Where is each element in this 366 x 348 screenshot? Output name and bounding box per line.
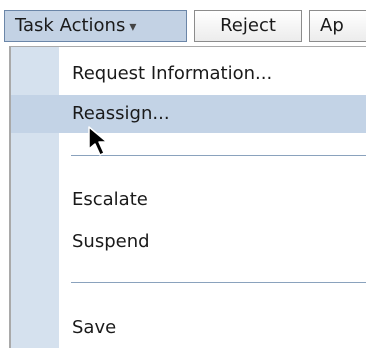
menu-item-label: Request Information... <box>72 63 273 84</box>
chevron-down-icon: ▾ <box>129 19 137 35</box>
menu-item-label: Reassign... <box>72 103 170 124</box>
approve-label: Ap <box>320 15 344 36</box>
menu-item-suspend[interactable]: Suspend <box>11 223 366 261</box>
reject-button[interactable]: Reject <box>194 10 302 42</box>
reject-label: Reject <box>220 15 276 36</box>
menu-item-escalate[interactable]: Escalate <box>11 181 366 219</box>
menu-item-request-information[interactable]: Request Information... <box>11 55 366 93</box>
menu-item-save[interactable]: Save <box>11 309 366 347</box>
toolbar: Task Actions ▾ Reject Ap <box>0 0 366 46</box>
menu-item-label: Save <box>72 317 117 338</box>
task-actions-label: Task Actions <box>15 15 126 36</box>
menu-item-reassign[interactable]: Reassign... <box>11 95 366 133</box>
mouse-cursor-icon <box>88 126 108 156</box>
task-actions-button[interactable]: Task Actions ▾ <box>4 10 187 42</box>
task-actions-menu: Request Information... Reassign... Escal… <box>9 46 366 348</box>
screen: Task Actions ▾ Reject Ap Request Informat… <box>0 0 366 348</box>
menu-item-label: Escalate <box>72 189 148 210</box>
menu-separator <box>71 282 366 284</box>
approve-button[interactable]: Ap <box>309 10 366 42</box>
menu-item-label: Suspend <box>72 231 150 252</box>
